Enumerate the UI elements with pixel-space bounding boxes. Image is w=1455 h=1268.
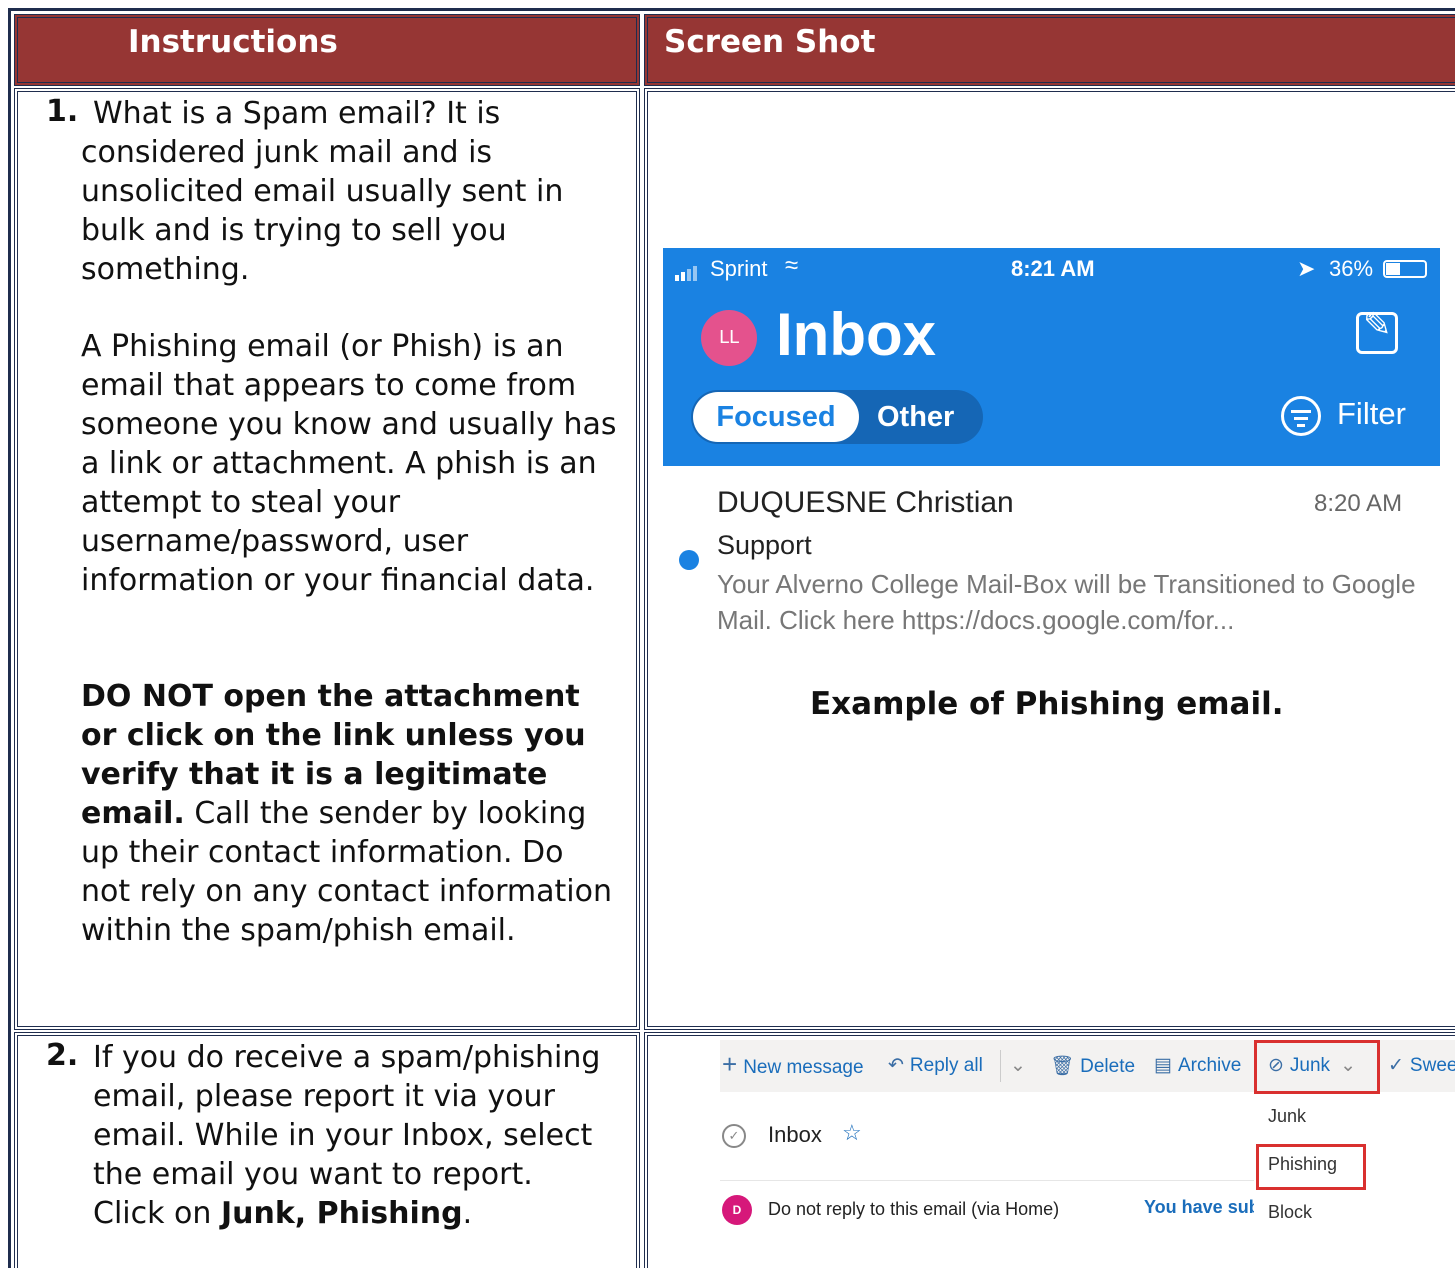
- plus-icon: +: [722, 1049, 738, 1079]
- header-screenshot: Screen Shot: [644, 14, 1455, 86]
- table-row[interactable]: D Do not reply to this email (via Home) …: [720, 1180, 1265, 1232]
- header-instructions: Instructions: [14, 14, 640, 86]
- trash-icon: 🗑: [1050, 1056, 1075, 1077]
- step1-para2: A Phishing email (or Phish) is an email …: [81, 329, 617, 598]
- archive-label: Archive: [1177, 1055, 1242, 1076]
- email-time: 8:20 AM: [1314, 490, 1403, 517]
- wifi-icon: ≈: [785, 252, 799, 279]
- archive-button[interactable]: ▤ Archive: [1154, 1054, 1241, 1077]
- row-preview: You have subı: [1144, 1197, 1265, 1217]
- star-icon[interactable]: ☆: [842, 1120, 862, 1146]
- email-subject: Support: [717, 530, 812, 560]
- unread-dot: [679, 550, 699, 570]
- junk-highlight: [1254, 1040, 1380, 1094]
- step2-text: If you do receive a spam/phishing email,…: [93, 1038, 613, 1233]
- reply-all-button[interactable]: ↶ Reply all: [888, 1054, 983, 1077]
- reply-all-icon: ↶: [888, 1055, 904, 1076]
- filter-icon[interactable]: [1281, 396, 1321, 436]
- email-sender: DUQUESNE Christian: [717, 486, 1014, 519]
- step2-number: 2.: [46, 1038, 79, 1073]
- location-icon: ➤: [1297, 256, 1316, 281]
- battery-percent: 36%: [1329, 256, 1374, 281]
- sender-avatar: D: [722, 1195, 752, 1225]
- step2-bold: Junk, Phishing: [220, 1196, 463, 1231]
- delete-button[interactable]: 🗑 Delete: [1050, 1054, 1135, 1078]
- select-all-icon[interactable]: ✓: [722, 1124, 746, 1148]
- archive-icon: ▤: [1154, 1055, 1172, 1076]
- signal-icon: [675, 262, 699, 281]
- sweep-label: Swee: [1409, 1055, 1455, 1076]
- header-screenshot-label: Screen Shot: [664, 24, 876, 60]
- broom-icon: ✓: [1388, 1055, 1404, 1076]
- status-time: 8:21 AM: [1011, 256, 1095, 281]
- step1-para1: What is a Spam email? It is considered j…: [81, 96, 564, 287]
- toolbar-divider: [1000, 1050, 1001, 1082]
- menu-item-block[interactable]: Block: [1268, 1202, 1312, 1223]
- folder-title: Inbox: [768, 1122, 822, 1147]
- tab-focused[interactable]: Focused: [693, 392, 859, 442]
- row-subject: Do not reply to this email (via Home): [768, 1199, 1060, 1219]
- pencil-icon: ✎: [1363, 305, 1392, 345]
- reply-all-label: Reply all: [909, 1055, 983, 1076]
- sweep-button[interactable]: ✓ Swee: [1388, 1054, 1455, 1077]
- page-title: Inbox: [776, 301, 936, 368]
- phone-header: Sprint ≈ 8:21 AM ➤ 36% LL Inbox ✎ Focuse…: [663, 248, 1440, 466]
- header-instructions-label: Instructions: [128, 24, 338, 60]
- delete-label: Delete: [1080, 1056, 1136, 1077]
- new-message-label: New message: [743, 1057, 864, 1078]
- filter-button[interactable]: Filter: [1337, 396, 1406, 432]
- battery-icon: [1383, 260, 1427, 278]
- outlook-screenshot: + New message ↶ Reply all ⌄ 🗑 Delete ▤ Archi…: [720, 1040, 1455, 1246]
- phishing-caption: Example of Phishing email.: [810, 686, 1284, 722]
- step1-para3: DO NOT open the attachment or click on t…: [81, 677, 621, 950]
- avatar[interactable]: LL: [701, 310, 757, 366]
- phone-screenshot: Sprint ≈ 8:21 AM ➤ 36% LL Inbox ✎ Focuse…: [663, 248, 1440, 648]
- tab-other[interactable]: Other: [877, 392, 954, 442]
- step2-end: .: [462, 1196, 473, 1231]
- carrier-label: Sprint: [710, 256, 768, 281]
- new-message-button[interactable]: + New message: [722, 1051, 864, 1079]
- chevron-down-icon[interactable]: ⌄: [1010, 1054, 1026, 1077]
- email-preview: Your Alverno College Mail-Box will be Tr…: [717, 569, 1416, 635]
- step1-number: 1.: [46, 94, 79, 129]
- phishing-highlight: [1256, 1144, 1366, 1190]
- menu-item-junk[interactable]: Junk: [1268, 1106, 1306, 1127]
